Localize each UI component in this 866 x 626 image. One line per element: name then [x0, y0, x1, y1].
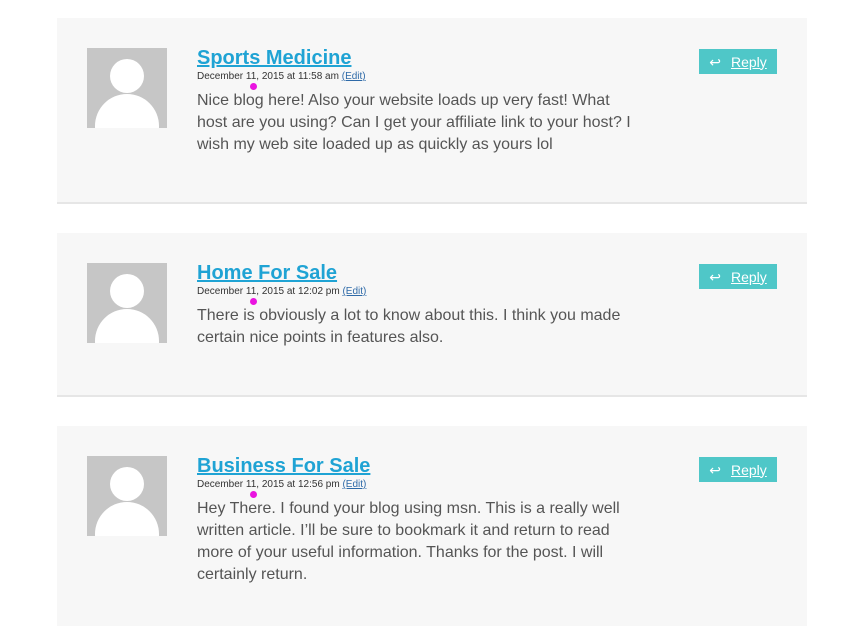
reply-arrow-icon: ↩ [709, 461, 721, 478]
marker-dot [250, 491, 257, 498]
comment-text: Hey There. I found your blog using msn. … [197, 500, 620, 583]
reply-arrow-icon: ↩ [709, 53, 721, 70]
avatar-body [95, 502, 159, 536]
comment-author-link[interactable]: Home For Sale [197, 262, 337, 285]
reply-button[interactable]: ↩ Reply [699, 49, 777, 74]
marker-dot [250, 83, 257, 90]
comment-card: Sports Medicine December 11, 2015 at 11:… [57, 18, 807, 204]
comment-meta: December 11, 2015 at 12:56 pm (Edit) [197, 479, 366, 490]
reply-label: Reply [730, 461, 767, 478]
comment-date: December 11, 2015 at 12:02 pm [197, 286, 340, 297]
edit-link[interactable]: (Edit) [342, 71, 366, 82]
reply-button[interactable]: ↩ Reply [699, 264, 777, 289]
reply-arrow-icon: ↩ [709, 268, 721, 285]
edit-link[interactable]: (Edit) [342, 479, 366, 490]
comment-date: December 11, 2015 at 11:58 am [197, 71, 339, 82]
avatar-body [95, 309, 159, 343]
comment-meta: December 11, 2015 at 11:58 am (Edit) [197, 71, 366, 82]
comment-card: Business For Sale December 11, 2015 at 1… [57, 426, 807, 626]
edit-link[interactable]: (Edit) [342, 286, 366, 297]
avatar-head [110, 467, 144, 501]
comment-meta: December 11, 2015 at 12:02 pm (Edit) [197, 286, 366, 297]
comment-author-link[interactable]: Business For Sale [197, 455, 370, 478]
comment-date: December 11, 2015 at 12:56 pm [197, 479, 340, 490]
avatar-head [110, 59, 144, 93]
reply-label: Reply [730, 268, 767, 285]
avatar [87, 263, 167, 343]
comment-author-link[interactable]: Sports Medicine [197, 47, 351, 70]
comment-text: There is obviously a lot to know about t… [197, 307, 621, 346]
comment-card: Home For Sale December 11, 2015 at 12:02… [57, 233, 807, 397]
avatar-body [95, 94, 159, 128]
marker-dot [250, 298, 257, 305]
reply-button[interactable]: ↩ Reply [699, 457, 777, 482]
avatar-head [110, 274, 144, 308]
avatar [87, 48, 167, 128]
comment-text: Nice blog here! Also your website loads … [197, 92, 631, 153]
reply-label: Reply [730, 53, 767, 70]
avatar [87, 456, 167, 536]
